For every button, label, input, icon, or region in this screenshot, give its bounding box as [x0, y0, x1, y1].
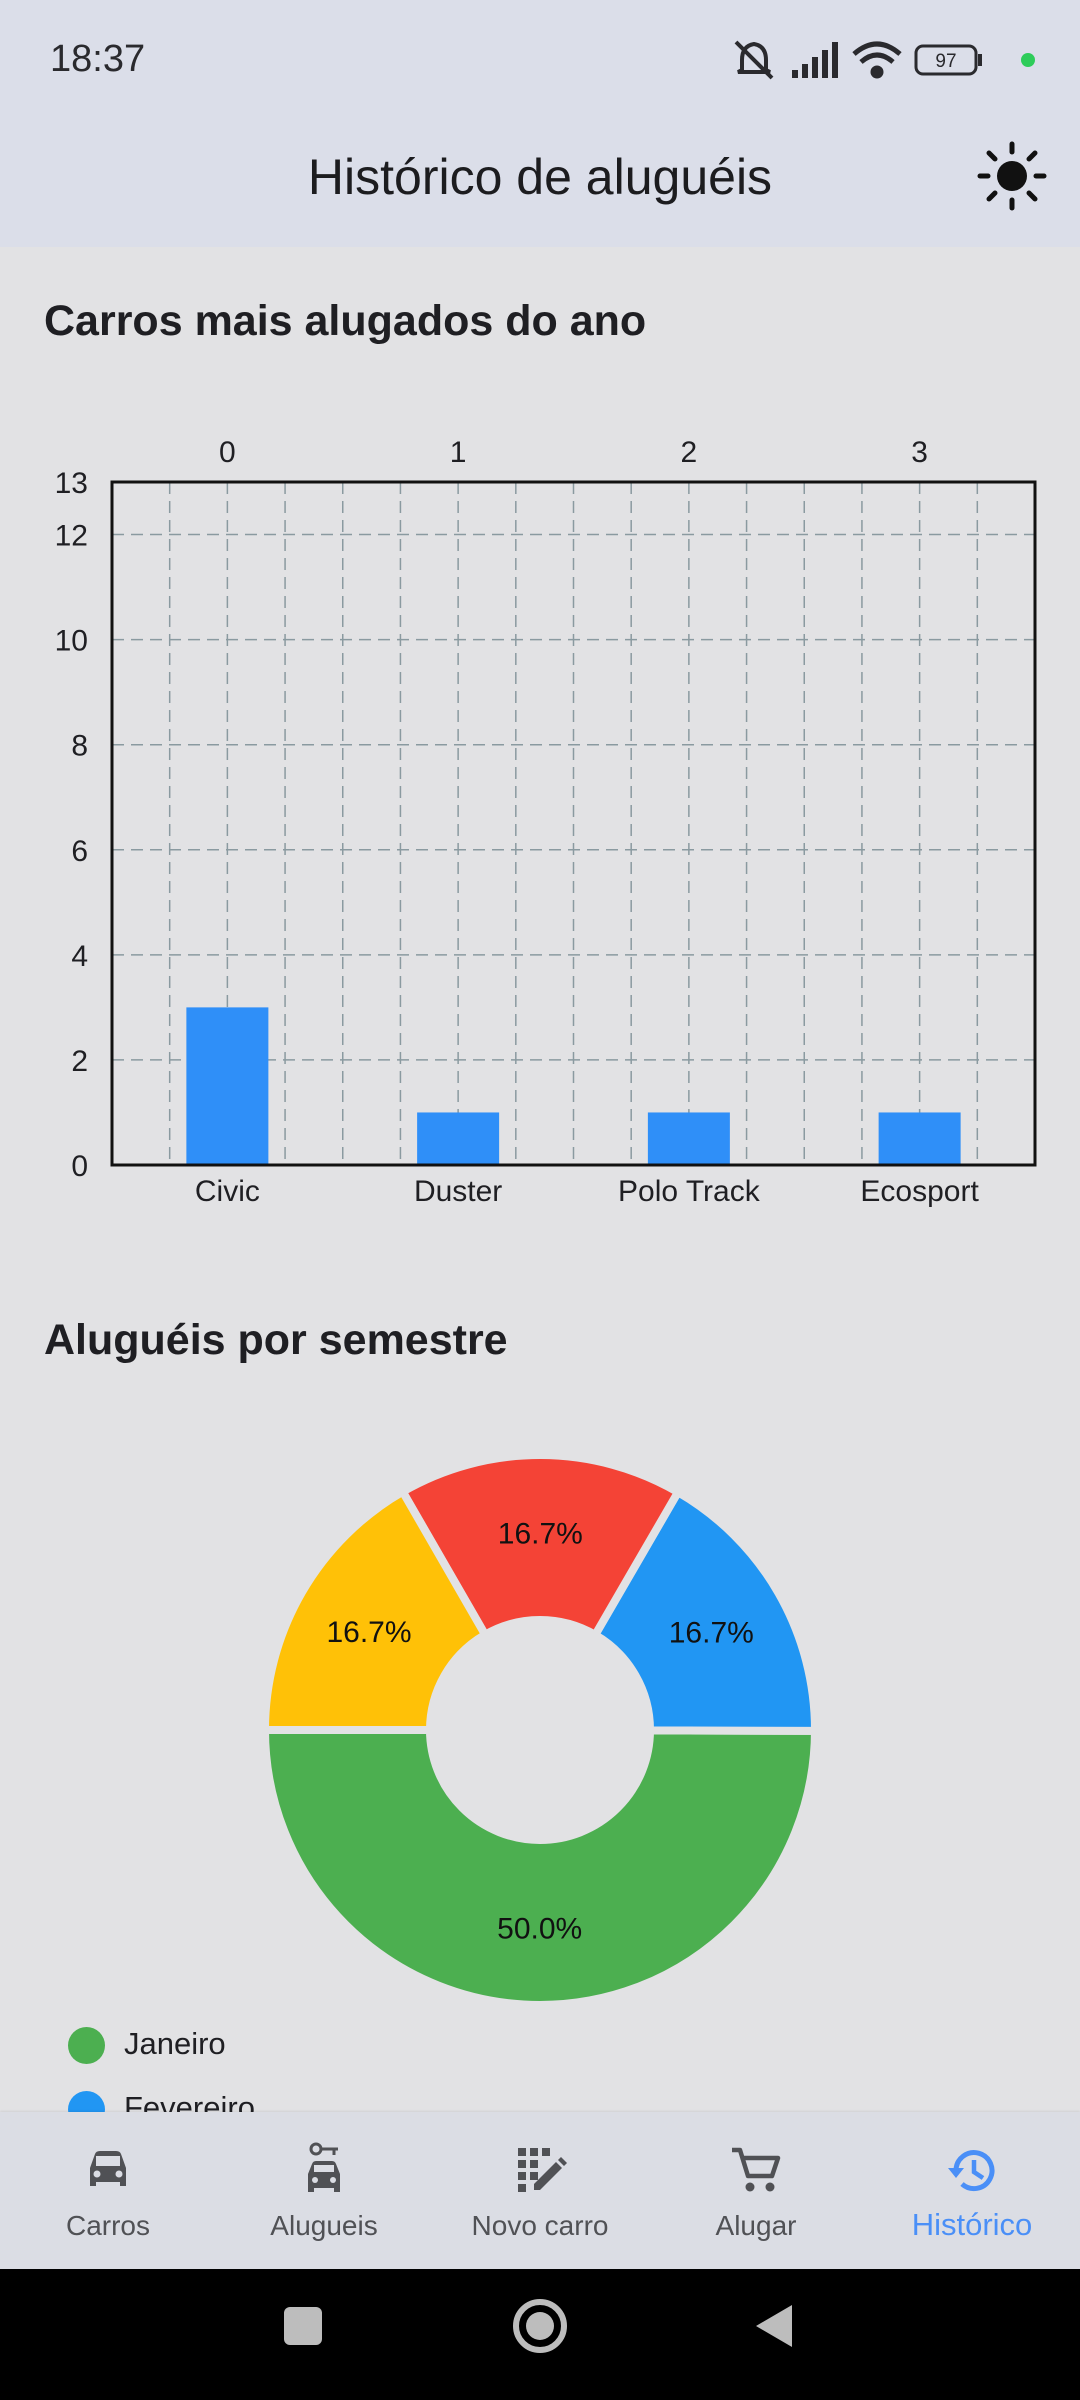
bar [186, 1007, 269, 1165]
nav-label: Alugar [715, 2210, 797, 2241]
bottom-navigation: Carros Alugueis Novo carro Alugar Histór… [0, 2112, 1080, 2269]
status-time: 18:37 [50, 38, 146, 80]
app-bar: Histórico de aluguéis [0, 122, 1080, 247]
x-tick-label: Polo Track [618, 1175, 761, 1208]
slice-label: 16.7% [669, 1617, 754, 1650]
back-icon[interactable] [740, 2291, 810, 2361]
nav-item-carros[interactable]: Carros [0, 2112, 216, 2269]
edit-grid-icon [518, 2148, 567, 2192]
y-tick-label: 6 [71, 835, 88, 868]
top-tick-label: 0 [219, 436, 236, 469]
history-icon [948, 2150, 995, 2192]
signal-icon [792, 42, 838, 78]
battery-icon: 97 [914, 44, 982, 76]
legend-dot-icon [68, 2027, 105, 2064]
nav-label: Novo carro [471, 2210, 609, 2241]
slice-label: 16.7% [326, 1616, 411, 1649]
nav-label: Alugueis [270, 2210, 378, 2241]
nav-item-historico[interactable]: Histórico [864, 2112, 1080, 2269]
y-tick-label: 4 [71, 940, 88, 973]
status-icons: 97 [734, 40, 1035, 80]
car-icon [90, 2151, 126, 2186]
y-tick-label: 13 [55, 467, 88, 500]
wifi-icon [852, 41, 902, 79]
bar-chart: 0 2 4 6 8 10 12 13 Civic 0 Duster 1 Polo Track 2 Ecosp… [55, 436, 1037, 1208]
nav-label: Histórico [911, 2207, 1033, 2242]
system-navigation-bar [0, 2269, 1080, 2400]
y-tick-label: 10 [55, 625, 88, 658]
recents-icon[interactable] [268, 2291, 338, 2361]
notification-dot-icon [1021, 53, 1035, 67]
bar [878, 1112, 961, 1165]
nav-label: Carros [65, 2210, 150, 2241]
top-tick-label: 1 [450, 436, 467, 469]
status-bar: 18:37 97 [0, 0, 1080, 122]
sun-icon[interactable] [972, 136, 1052, 216]
car-key-icon [308, 2142, 340, 2192]
nav-item-novo-carro[interactable]: Novo carro [432, 2112, 648, 2269]
pie-slice [261, 1726, 819, 2010]
x-tick-label: Ecosport [860, 1175, 979, 1208]
nav-item-alugueis[interactable]: Alugueis [216, 2112, 432, 2269]
bar [417, 1112, 500, 1165]
y-tick-label: 0 [71, 1150, 88, 1183]
bar [647, 1112, 730, 1165]
slice-label: 50.0% [497, 1912, 582, 1945]
y-tick-label: 12 [55, 520, 88, 553]
y-tick-label: 2 [71, 1045, 88, 1078]
page-title: Histórico de aluguéis [307, 149, 773, 205]
battery-level: 97 [935, 51, 956, 72]
home-icon[interactable] [505, 2291, 575, 2361]
pie-chart-title: Aluguéis por semestre [44, 1316, 508, 1364]
cart-icon [732, 2147, 781, 2192]
legend-label: Janeiro [124, 2026, 226, 2061]
pie-chart: 50.0% 16.7% 16.7% 16.7% [261, 1451, 819, 2010]
nav-item-alugar[interactable]: Alugar [648, 2112, 864, 2269]
bar-chart-title: Carros mais alugados do ano [44, 297, 647, 345]
mute-icon [734, 40, 774, 80]
x-tick-label: Duster [414, 1175, 502, 1208]
y-tick-label: 8 [71, 730, 88, 763]
x-tick-label: Civic [195, 1175, 260, 1208]
top-tick-label: 2 [681, 436, 698, 469]
top-tick-label: 3 [911, 436, 928, 469]
slice-label: 16.7% [498, 1518, 583, 1551]
